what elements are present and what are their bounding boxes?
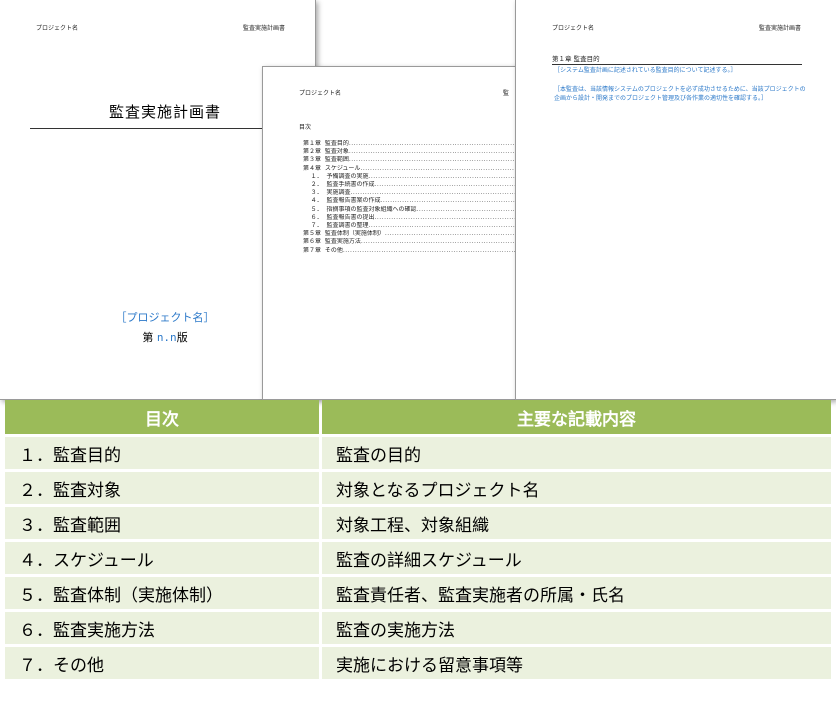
toc-line-leader: ........................................…: [360, 164, 535, 172]
toc-line: ２． 監査手続書の作成.............................…: [303, 181, 535, 189]
chapter-page: プロジェクト名 監査実施計画書 第１章 監査目的 ［システム監査計画に記述されて…: [515, 0, 836, 400]
table-cell-toc: ７．その他: [5, 647, 319, 679]
toc-line: 第３章 監査範囲................................…: [303, 156, 536, 164]
table-row: ２．監査対象 対象となるプロジェクト名: [5, 472, 831, 504]
toc-line: ４． 監査報告書案の作成............................…: [303, 197, 535, 205]
chapter-note-2: ［本監査は、当該情報システムのプロジェクトを必ず成功させるために、当該プロジェク…: [554, 86, 806, 102]
toc-line: ７． 監査調書の整理..............................…: [303, 222, 535, 230]
table-row: ６．監査実施方法 監査の実施方法: [5, 612, 831, 644]
chapter-note-1: ［システム監査計画に記述されている監査目的について記述する。］: [554, 67, 737, 74]
toc-line-label: 第２章 監査対象: [303, 148, 349, 156]
table-header-row: 目次 主要な記載内容: [5, 400, 831, 434]
toc-line: 第７章 その他.................................…: [303, 246, 535, 255]
toc-line-leader: ........................................…: [348, 156, 536, 164]
toc-line-label: 第７章 その他: [303, 246, 343, 254]
edition-suffix: 版: [176, 331, 188, 344]
table-cell-content: 実施における留意事項等: [322, 647, 831, 679]
table-cell-toc: ６．監査実施方法: [5, 612, 319, 644]
toc-line-leader: ........................................…: [348, 140, 536, 147]
toc-line-label: ３． 実施調査: [303, 189, 351, 197]
chapter-header-project: プロジェクト名: [552, 25, 595, 32]
chapter-heading: 第１章 監査目的: [552, 55, 600, 63]
table-row: ４．スケジュール 監査の詳細スケジュール: [5, 542, 831, 574]
cover-title: 監査実施計画書: [108, 103, 221, 121]
toc-line: ６． 監査報告書の提出.............................…: [303, 213, 535, 222]
toc-line-leader: ........................................…: [342, 246, 535, 254]
table-cell-toc: ３．監査範囲: [5, 507, 319, 539]
table-cell-content: 対象工程、対象組織: [322, 507, 831, 539]
edition-number: n.n: [156, 331, 177, 344]
toc-line-label: 第６章 監査実施方法: [303, 238, 361, 246]
toc-line-label: ４． 監査報告書案の作成: [303, 197, 381, 205]
table-cell-toc: ４．スケジュール: [5, 542, 319, 574]
toc-line-leader: ........................................…: [350, 189, 536, 197]
toc-line: 第４章 スケジュール..............................…: [303, 164, 535, 173]
toc-line-leader: ........................................…: [368, 222, 535, 230]
toc-line-label: ７． 監査調書の整理: [303, 222, 369, 230]
table-cell-content: 監査の目的: [322, 437, 831, 469]
toc-line-leader: ........................................…: [374, 181, 535, 189]
table-cell-content: 監査責任者、監査実施者の所属・氏名: [322, 577, 831, 609]
toc-line: 第５章 監査体制（実施体制）..........................…: [303, 230, 535, 238]
toc-line: 第６章 監査実施方法..............................…: [303, 238, 535, 246]
table-cell-toc: ２．監査対象: [5, 472, 319, 504]
toc-line: １． 予備調査の実施..............................…: [303, 172, 535, 181]
toc-line-label: 第４章 スケジュール: [303, 164, 361, 172]
toc-header-project: プロジェクト名: [299, 90, 342, 97]
table-row: ３．監査範囲 対象工程、対象組織: [5, 507, 831, 539]
table-row: １．監査目的 監査の目的: [5, 437, 831, 469]
toc-line-leader: ........................................…: [380, 197, 535, 205]
table-body: １．監査目的 監査の目的 ２．監査対象 対象となるプロジェクト名 ３．監査範囲 対象工程、…: [5, 437, 831, 679]
cover-edition: 第 n.n版: [30, 329, 300, 345]
toc-line: 第２章 監査対象................................…: [303, 148, 536, 156]
toc-list: 第１章 監査目的................................…: [303, 140, 536, 255]
toc-line-leader: ........................................…: [348, 148, 536, 156]
toc-page: プロジェクト名 監 目次 第１章 監査目的...................…: [262, 66, 536, 400]
edition-prefix: 第: [142, 331, 157, 344]
cover-header-doc: 監査実施計画書: [243, 25, 286, 32]
toc-line-leader: ........................................…: [374, 213, 535, 221]
chapter-header-doc: 監査実施計画書: [759, 25, 802, 32]
table-cell-toc: １．監査目的: [5, 437, 319, 469]
toc-heading: 目次: [299, 124, 312, 131]
toc-line-label: ５． 指摘事項の監査対象組織への確認: [303, 205, 417, 213]
chapter-heading-rule: [552, 64, 802, 65]
toc-line-leader: ........................................…: [360, 238, 535, 246]
toc-line-label: ２． 監査手続書の作成: [303, 181, 375, 189]
toc-line-label: ６． 監査報告書の提出: [303, 213, 375, 221]
cover-project-name: ［プロジェクト名］: [115, 311, 215, 324]
table-header-toc: 目次: [5, 400, 319, 434]
toc-line-leader: ........................................…: [384, 230, 535, 238]
toc-line: 第１章 監査目的................................…: [303, 140, 536, 148]
toc-line-label: 第３章 監査範囲: [303, 156, 349, 164]
table-cell-content: 対象となるプロジェクト名: [322, 472, 831, 504]
toc-line-label: 第１章 監査目的: [303, 140, 349, 147]
summary-table: 目次 主要な記載内容 １．監査目的 監査の目的 ２．監査対象 対象となるプロジェクト名…: [2, 397, 834, 682]
table-row: ７．その他 実施における留意事項等: [5, 647, 831, 679]
table-cell-toc: ５．監査体制（実施体制）: [5, 577, 319, 609]
toc-line-label: 第５章 監査体制（実施体制）: [303, 230, 385, 238]
toc-line-label: １． 予備調査の実施: [303, 172, 369, 180]
toc-header-doc: 監: [503, 90, 510, 97]
toc-line: ５． 指摘事項の監査対象組織への確認......................…: [303, 205, 535, 214]
table-header-content: 主要な記載内容: [322, 400, 831, 434]
table-cell-content: 監査の詳細スケジュール: [322, 542, 831, 574]
toc-line-leader: ........................................…: [368, 172, 535, 180]
table-row: ５．監査体制（実施体制） 監査責任者、監査実施者の所属・氏名: [5, 577, 831, 609]
toc-line: ３． 実施調査.................................…: [303, 189, 536, 197]
table-cell-content: 監査の実施方法: [322, 612, 831, 644]
cover-header-project: プロジェクト名: [36, 25, 79, 32]
